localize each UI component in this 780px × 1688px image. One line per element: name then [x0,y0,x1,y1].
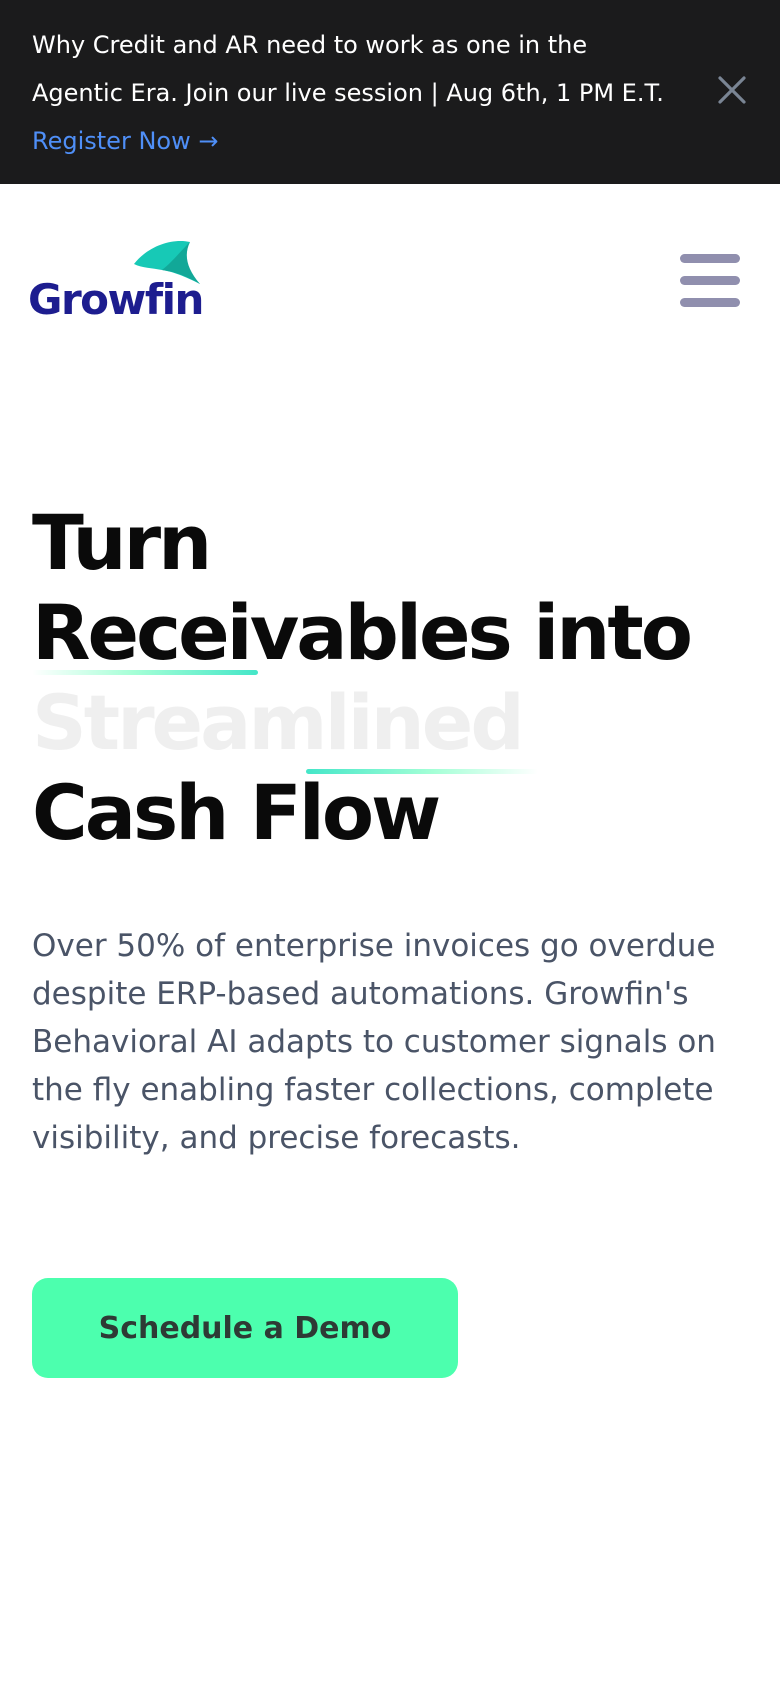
schedule-demo-button[interactable]: Schedule a Demo [32,1278,458,1378]
hamburger-bar [680,298,740,307]
banner-message-text: Why Credit and AR need to work as one in… [32,31,664,107]
headline-line-2: Receivables into [32,588,693,677]
announcement-banner: Why Credit and AR need to work as one in… [0,0,780,184]
logo-wordmark: Growfin [28,275,204,324]
hamburger-menu-button[interactable] [678,252,742,310]
headline-line-4: Cash Flow [32,768,441,857]
banner-message: Why Credit and AR need to work as one in… [32,21,672,165]
growfin-logo[interactable]: Growfin [28,238,208,324]
close-icon [718,76,746,104]
headline-underline-1 [32,670,258,675]
headline-line-3-rotating-word: Streamlined [32,678,525,767]
hamburger-bar [680,254,740,263]
register-now-link[interactable]: Register Now → [32,127,218,155]
hamburger-bar [680,276,740,285]
hero-headline: Turn Receivables into Streamlined Cash F… [32,498,752,858]
banner-close-button[interactable] [712,70,752,110]
headline-underline-2 [306,769,538,774]
headline-line-1: Turn [32,498,212,587]
hero-description: Over 50% of enterprise invoices go overd… [32,928,716,1156]
